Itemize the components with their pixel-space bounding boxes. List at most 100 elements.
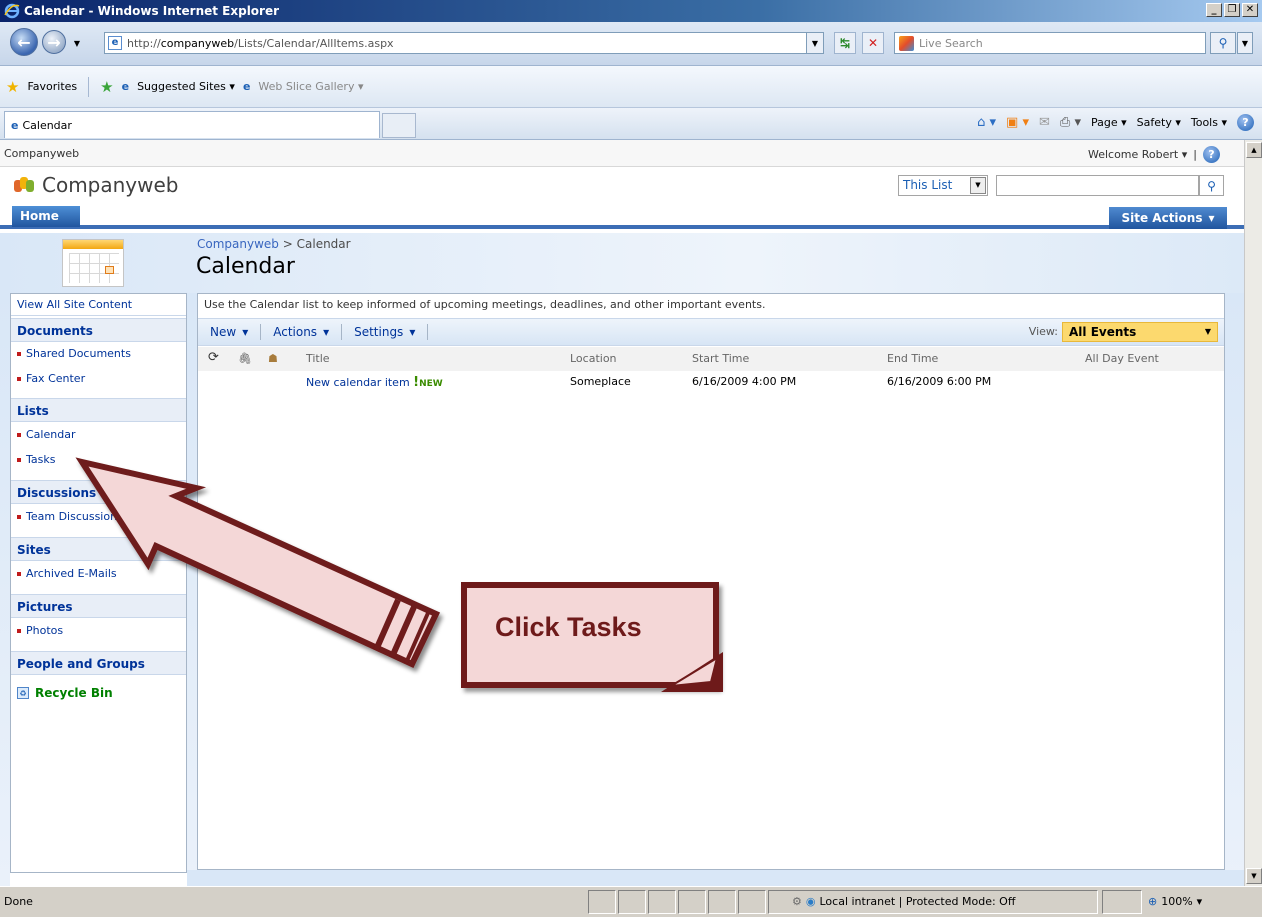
address-dropdown[interactable]: ▼	[806, 32, 824, 54]
column-end-time[interactable]: End Time	[887, 352, 938, 365]
home-icon[interactable]: ⌂ ▾	[977, 115, 996, 130]
stop-icon: ✕	[867, 36, 879, 50]
column-title[interactable]: Title	[306, 352, 330, 365]
view-value: All Events	[1069, 325, 1137, 339]
minimize-button[interactable]: _	[1206, 3, 1222, 17]
bullet-icon	[17, 352, 21, 356]
ql-heading-documents[interactable]: Documents	[11, 318, 186, 342]
tab-row: e Calendar ⌂ ▾ ▣ ▾ ✉ ⎙ ▾ Page ▾ Safety ▾…	[0, 108, 1262, 140]
breadcrumb-separator: >	[282, 237, 293, 251]
view-label: View:	[1028, 325, 1058, 338]
ql-item-tasks[interactable]: Tasks	[11, 450, 186, 470]
new-menu[interactable]: New ▾	[198, 324, 262, 340]
sharepoint-logo-icon	[14, 175, 36, 195]
ql-item-archived-emails[interactable]: Archived E-Mails	[11, 564, 186, 584]
bullet-icon	[17, 515, 21, 519]
main-right-gutter	[1225, 293, 1244, 886]
page-menu[interactable]: Page ▾	[1091, 116, 1127, 129]
chevron-down-icon: ▾	[1208, 211, 1215, 225]
site-actions-button[interactable]: Site Actions ▾	[1109, 207, 1227, 229]
ql-item-photos[interactable]: Photos	[11, 621, 186, 641]
column-location[interactable]: Location	[570, 352, 617, 365]
sharepoint-top-bar: Companyweb Welcome Robert ▾ | ?	[0, 140, 1244, 167]
zoom-icon: ⊕	[1148, 895, 1158, 908]
window-title: Calendar - Windows Internet Explorer	[24, 4, 280, 18]
stop-button[interactable]: ✕	[862, 32, 884, 54]
scroll-down-icon[interactable]: ▼	[1246, 868, 1262, 884]
tab-calendar[interactable]: e Calendar	[4, 111, 380, 138]
ql-item-label: Photos	[26, 624, 64, 637]
ql-heading-pictures[interactable]: Pictures	[11, 594, 186, 618]
site-search-input[interactable]	[996, 175, 1199, 196]
close-button[interactable]: ✕	[1242, 3, 1258, 17]
protected-mode-cell[interactable]	[1102, 890, 1142, 914]
favorites-button[interactable]: Favorites	[27, 80, 77, 93]
ql-item-fax-center[interactable]: Fax Center	[11, 369, 186, 389]
restore-button[interactable]: ❐	[1224, 3, 1240, 17]
page-header-band	[0, 233, 1244, 293]
live-search-input[interactable]: Live Search	[894, 32, 1206, 54]
tab-home[interactable]: Home	[12, 206, 80, 227]
view-all-site-content-link[interactable]: View All Site Content	[11, 294, 186, 316]
actions-menu[interactable]: Actions ▾	[261, 324, 343, 340]
ql-item-label: Team Discussion	[26, 510, 118, 523]
scroll-up-icon[interactable]: ▲	[1246, 142, 1262, 158]
new-badge: NEW	[419, 379, 443, 389]
back-button[interactable]: ←	[10, 28, 38, 56]
status-cell	[708, 890, 736, 914]
ql-item-team-discussion[interactable]: Team Discussion	[11, 507, 186, 527]
zoom-control[interactable]: ⊕ 100% ▾	[1148, 895, 1202, 908]
ql-heading-people-and-groups[interactable]: People and Groups	[11, 651, 186, 675]
column-start-time[interactable]: Start Time	[692, 352, 749, 365]
sharepoint-help-icon[interactable]: ?	[1203, 146, 1220, 163]
item-end-time: 6/16/2009 6:00 PM	[887, 375, 992, 388]
search-go-button[interactable]: ⚲	[1210, 32, 1236, 54]
add-favorites-icon[interactable]: ★	[100, 78, 113, 96]
vertical-scrollbar[interactable]: ▲ ▼	[1244, 140, 1262, 886]
status-cell	[618, 890, 646, 914]
search-options-dropdown[interactable]: ▼	[1237, 32, 1253, 54]
favorites-bar: ★ Favorites ★ e Suggested Sites ▾ e Web …	[0, 66, 1262, 108]
print-icon[interactable]: ⎙ ▾	[1060, 115, 1081, 130]
ql-item-shared-documents[interactable]: Shared Documents	[11, 344, 186, 364]
recent-pages-dropdown[interactable]: ▼	[68, 32, 86, 54]
welcome-menu[interactable]: Welcome Robert ▾	[1088, 148, 1187, 161]
recycle-bin-link[interactable]: ♻ Recycle Bin	[11, 681, 186, 705]
site-search-button[interactable]: ⚲	[1199, 175, 1224, 196]
callout-text: Click Tasks	[495, 612, 642, 642]
breadcrumb-site-link[interactable]: Companyweb	[197, 237, 279, 251]
help-icon[interactable]: ?	[1237, 114, 1254, 131]
breadcrumb: Companyweb > Calendar	[197, 237, 351, 251]
safety-menu[interactable]: Safety ▾	[1137, 116, 1181, 129]
favorites-star-icon: ★	[6, 77, 20, 96]
read-mail-icon[interactable]: ✉	[1039, 115, 1050, 130]
list-toolbar: New ▾ Actions ▾ Settings ▾ View: All Events…	[198, 318, 1224, 346]
address-toolbar: ← → ▼ e http://companyweb/Lists/Calendar…	[0, 22, 1262, 66]
url-prefix: http://	[127, 36, 161, 50]
ie-page-icon: e	[121, 80, 130, 93]
search-scope-select[interactable]: This List ▼	[898, 175, 988, 196]
ql-item-calendar[interactable]: Calendar	[11, 425, 186, 445]
tools-menu[interactable]: Tools ▾	[1191, 116, 1227, 129]
ql-heading-sites[interactable]: Sites	[11, 537, 186, 561]
column-all-day-event[interactable]: All Day Event	[1085, 352, 1159, 365]
zoom-level: 100%	[1161, 895, 1193, 908]
new-tab-button[interactable]	[382, 113, 416, 138]
ql-heading-discussions[interactable]: Discussions	[11, 480, 186, 504]
settings-menu[interactable]: Settings ▾	[342, 324, 429, 340]
suggested-sites-link[interactable]: Suggested Sites ▾	[137, 80, 235, 93]
site-name-link[interactable]: Companyweb	[4, 147, 79, 160]
forward-button[interactable]: →	[42, 30, 66, 54]
ql-heading-lists[interactable]: Lists	[11, 398, 186, 422]
view-select[interactable]: All Events ▼	[1062, 322, 1218, 342]
web-slice-gallery-link[interactable]: Web Slice Gallery ▾	[258, 80, 363, 93]
site-title[interactable]: Companyweb	[14, 173, 179, 197]
address-input[interactable]: e http://companyweb/Lists/Calendar/AllIt…	[104, 32, 824, 54]
ql-item-label: Tasks	[26, 453, 56, 466]
site-actions-label: Site Actions	[1121, 211, 1203, 225]
web-slice-icon: e	[242, 80, 251, 93]
feeds-icon[interactable]: ▣ ▾	[1006, 115, 1029, 130]
security-zone[interactable]: ⚙ ◉ Local intranet | Protected Mode: Off	[792, 895, 1015, 908]
refresh-button[interactable]: ↹	[834, 32, 856, 54]
item-title-link[interactable]: New calendar item	[306, 376, 410, 389]
